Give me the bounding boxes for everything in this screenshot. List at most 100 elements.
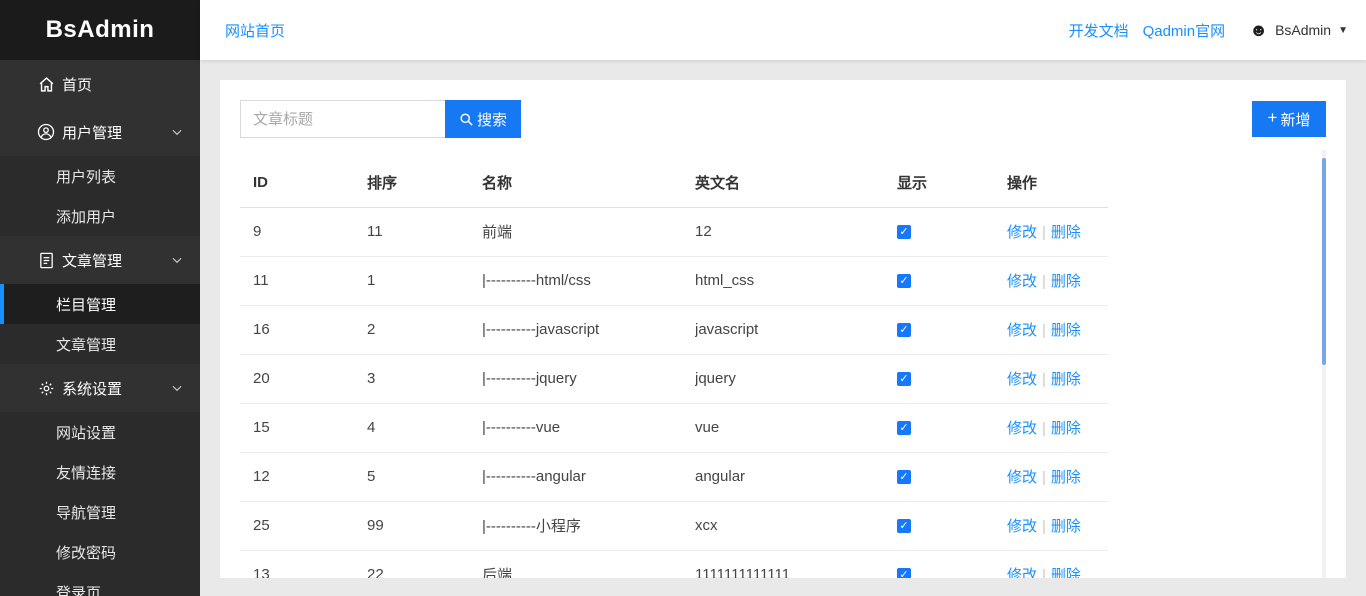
cell-id: 16 [240, 305, 367, 354]
delete-link[interactable]: 删除 [1051, 518, 1081, 535]
cell-en: xcx [695, 501, 897, 550]
show-checkbox[interactable]: ✓ [897, 568, 911, 578]
sidebar-item-user-list[interactable]: 用户列表 [0, 156, 200, 196]
col-header-en: 英文名 [695, 158, 897, 207]
op-separator: | [1042, 371, 1046, 388]
col-header-show: 显示 [897, 158, 1007, 207]
sidebar-item-friend-links[interactable]: 友情连接 [0, 452, 200, 492]
cell-sort: 5 [367, 452, 482, 501]
search-input[interactable] [240, 100, 445, 138]
search-button-label: 搜索 [477, 109, 507, 130]
sidebar-item-label: 登录页 [56, 582, 101, 596]
cell-sort: 1 [367, 256, 482, 305]
op-separator: | [1042, 518, 1046, 535]
edit-link[interactable]: 修改 [1007, 518, 1037, 535]
cell-id: 25 [240, 501, 367, 550]
cell-sort: 3 [367, 354, 482, 403]
user-menu[interactable]: ☻ BsAdmin ▼ [1249, 21, 1348, 39]
delete-link[interactable]: 删除 [1051, 371, 1081, 388]
cell-name: |----------html/css [482, 256, 695, 305]
sidebar-item-change-password[interactable]: 修改密码 [0, 532, 200, 572]
edit-link[interactable]: 修改 [1007, 567, 1037, 578]
add-button[interactable]: + 新增 [1252, 101, 1326, 137]
cell-sort: 11 [367, 207, 482, 256]
show-checkbox[interactable]: ✓ [897, 274, 911, 288]
cell-sort: 22 [367, 550, 482, 578]
sidebar-item-label: 文章管理 [62, 250, 122, 271]
sidebar-item-label: 文章管理 [56, 334, 116, 355]
op-separator: | [1042, 567, 1046, 578]
site-home-link[interactable]: 网站首页 [225, 20, 285, 41]
sidebar-item-label: 系统设置 [62, 378, 122, 399]
show-checkbox[interactable]: ✓ [897, 225, 911, 239]
chevron-down-icon [170, 253, 184, 267]
cell-name: |----------小程序 [482, 501, 695, 550]
cell-en: html_css [695, 256, 897, 305]
sidebar-item-article-mgmt[interactable]: 文章管理 [0, 236, 200, 284]
sidebar-item-label: 网站设置 [56, 422, 116, 443]
table-row: 15 4 |----------vue vue ✓ 修改|删除 [240, 403, 1108, 452]
article-icon [36, 250, 56, 270]
show-checkbox[interactable]: ✓ [897, 470, 911, 484]
table-row: 25 99 |----------小程序 xcx ✓ 修改|删除 [240, 501, 1108, 550]
table-row: 16 2 |----------javascript javascript ✓ … [240, 305, 1108, 354]
sidebar-item-user-mgmt[interactable]: 用户管理 [0, 108, 200, 156]
delete-link[interactable]: 删除 [1051, 273, 1081, 290]
cell-en: 12 [695, 207, 897, 256]
delete-link[interactable]: 删除 [1051, 420, 1081, 437]
edit-link[interactable]: 修改 [1007, 322, 1037, 339]
cell-en: vue [695, 403, 897, 452]
sidebar-item-label: 栏目管理 [56, 294, 116, 315]
sidebar-item-article-list[interactable]: 文章管理 [0, 324, 200, 364]
col-header-ops: 操作 [1007, 158, 1108, 207]
sidebar-item-label: 用户列表 [56, 166, 116, 187]
edit-link[interactable]: 修改 [1007, 420, 1037, 437]
sidebar-item-site-settings[interactable]: 网站设置 [0, 412, 200, 452]
delete-link[interactable]: 删除 [1051, 322, 1081, 339]
sidebar-item-add-user[interactable]: 添加用户 [0, 196, 200, 236]
delete-link[interactable]: 删除 [1051, 567, 1081, 578]
qadmin-site-link[interactable]: Qadmin官网 [1143, 20, 1226, 41]
dev-docs-link[interactable]: 开发文档 [1069, 20, 1129, 41]
topbar: 网站首页 开发文档 Qadmin官网 ☻ BsAdmin ▼ [200, 0, 1366, 60]
sidebar-item-system-settings[interactable]: 系统设置 [0, 364, 200, 412]
op-separator: | [1042, 420, 1046, 437]
cell-sort: 2 [367, 305, 482, 354]
sidebar: BsAdmin 首页 用户管理 用户列表 添加用户 文章管理 栏目管理 文章管理 [0, 0, 200, 596]
show-checkbox[interactable]: ✓ [897, 519, 911, 533]
table-row: 12 5 |----------angular angular ✓ 修改|删除 [240, 452, 1108, 501]
sidebar-item-label: 修改密码 [56, 542, 116, 563]
sidebar-item-nav-mgmt[interactable]: 导航管理 [0, 492, 200, 532]
cell-en: angular [695, 452, 897, 501]
user-icon [36, 122, 56, 142]
chevron-down-icon [170, 125, 184, 139]
topbar-right: 开发文档 Qadmin官网 ☻ BsAdmin ▼ [1069, 20, 1348, 41]
home-icon [36, 74, 56, 94]
sidebar-item-login-page[interactable]: 登录页 [0, 572, 200, 596]
edit-link[interactable]: 修改 [1007, 371, 1037, 388]
cell-id: 9 [240, 207, 367, 256]
col-header-name: 名称 [482, 158, 695, 207]
vertical-scrollbar[interactable] [1322, 150, 1326, 578]
edit-link[interactable]: 修改 [1007, 224, 1037, 241]
col-header-id: ID [240, 158, 367, 207]
content-panel: 搜索 + 新增 ID 排序 名称 英文名 显示 操作 9 11 前端 12 [220, 80, 1346, 578]
cell-name: |----------vue [482, 403, 695, 452]
show-checkbox[interactable]: ✓ [897, 323, 911, 337]
scrollbar-thumb[interactable] [1322, 158, 1326, 365]
delete-link[interactable]: 删除 [1051, 224, 1081, 241]
delete-link[interactable]: 删除 [1051, 469, 1081, 486]
cell-id: 15 [240, 403, 367, 452]
sidebar-item-category-mgmt[interactable]: 栏目管理 [0, 284, 200, 324]
sidebar-item-label: 导航管理 [56, 502, 116, 523]
edit-link[interactable]: 修改 [1007, 273, 1037, 290]
sidebar-item-home[interactable]: 首页 [0, 60, 200, 108]
show-checkbox[interactable]: ✓ [897, 372, 911, 386]
edit-link[interactable]: 修改 [1007, 469, 1037, 486]
show-checkbox[interactable]: ✓ [897, 421, 911, 435]
search-button[interactable]: 搜索 [445, 100, 521, 138]
sidebar-item-label: 添加用户 [56, 206, 116, 227]
cell-en: 1111111111111 [695, 550, 897, 578]
gear-icon [36, 378, 56, 398]
cell-name: |----------javascript [482, 305, 695, 354]
